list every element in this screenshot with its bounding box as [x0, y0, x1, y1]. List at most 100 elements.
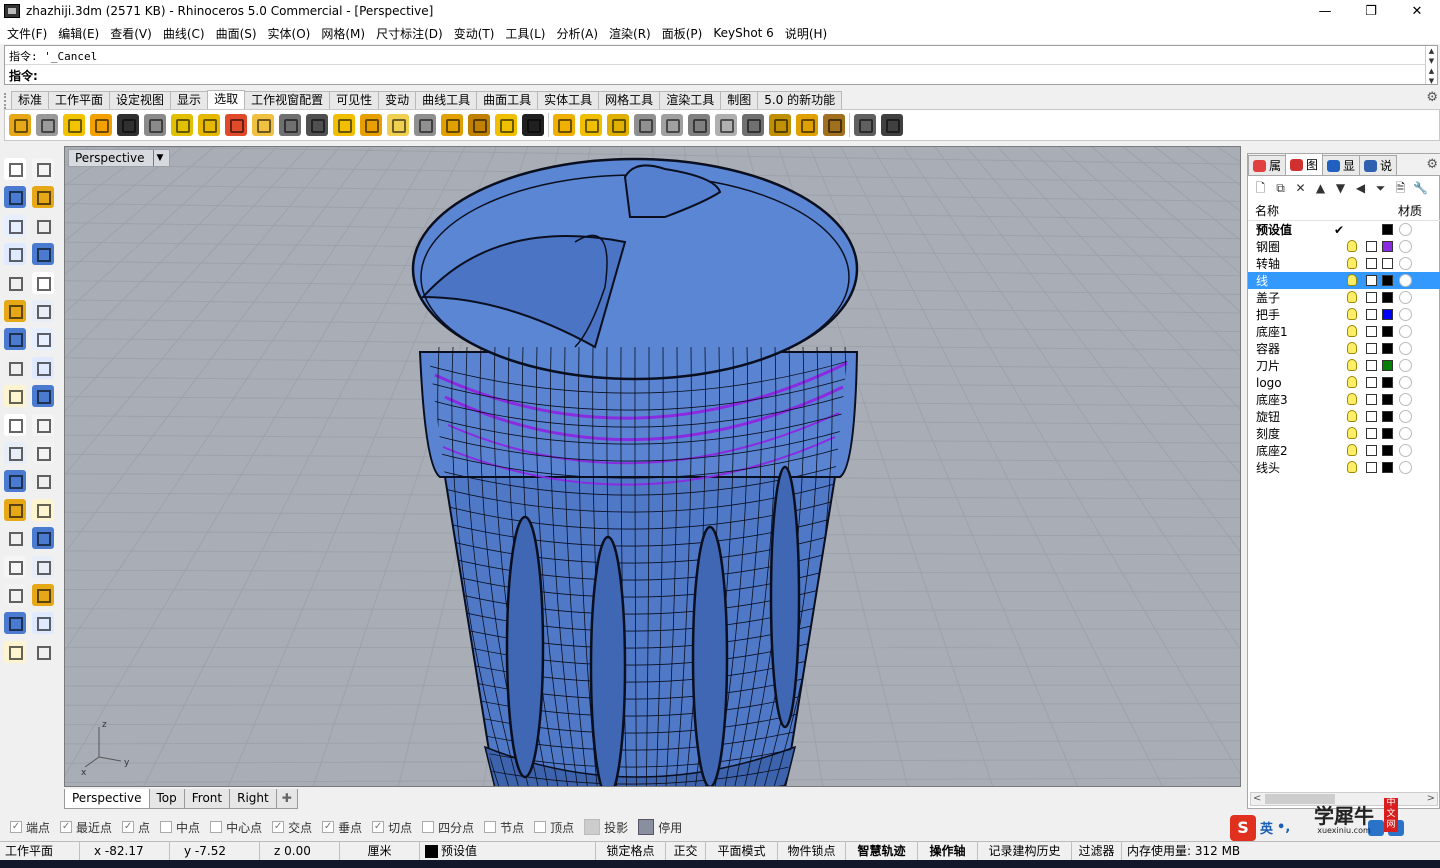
select-dots-icon[interactable]	[279, 114, 301, 136]
layer-name[interactable]: 预设值	[1248, 222, 1340, 238]
osnap-7[interactable]: ✓ 切点	[372, 819, 412, 836]
menu-item-11[interactable]: 渲染(R)	[606, 25, 654, 42]
freeform-icon[interactable]	[32, 271, 54, 294]
panel-gear-icon[interactable]: ⚙	[1426, 157, 1438, 172]
analyze-icon[interactable]	[4, 612, 26, 635]
menu-item-9[interactable]: 工具(L)	[502, 25, 548, 42]
cylinder-icon[interactable]	[4, 356, 26, 379]
tab-7[interactable]: 变动	[378, 91, 417, 109]
select-sphere-icon[interactable]	[715, 114, 737, 136]
layer-material-icon[interactable]	[1399, 359, 1412, 372]
menu-item-5[interactable]: 实体(O)	[265, 25, 314, 42]
layer-row[interactable]: 预设值 ✔	[1248, 221, 1440, 238]
ime-punctuation[interactable]: •,	[1277, 820, 1290, 835]
layer-name[interactable]: 线	[1248, 273, 1340, 289]
select-point-cloud-icon[interactable]	[306, 114, 328, 136]
tab-9[interactable]: 曲面工具	[476, 91, 539, 109]
layer-row[interactable]: 线	[1248, 272, 1440, 289]
menu-item-0[interactable]: 文件(F)	[4, 25, 50, 42]
boolean-icon[interactable]	[4, 385, 26, 408]
viewport-title[interactable]: Perspective ▼	[68, 149, 171, 167]
new-layer-icon[interactable]: 🗋	[1252, 180, 1269, 197]
select-text-icon[interactable]	[171, 114, 193, 136]
delete-layer-icon[interactable]: ✕	[1292, 180, 1309, 197]
ellipse-icon[interactable]	[32, 214, 54, 237]
layer-unlock-icon[interactable]	[1366, 394, 1377, 405]
select-zoom-icon[interactable]	[854, 114, 876, 136]
layer-visible-bulb-icon[interactable]	[1347, 257, 1357, 269]
layer-color-swatch[interactable]	[1382, 411, 1393, 422]
chevron-down-icon[interactable]: ▼	[152, 150, 163, 166]
osnap-10[interactable]: 顶点	[534, 819, 574, 836]
render-icon[interactable]	[4, 640, 26, 663]
move-down-icon[interactable]: ▼	[1332, 180, 1349, 197]
view-tab-top[interactable]: Top	[148, 789, 185, 809]
layer-name[interactable]: 刻度	[1248, 426, 1340, 442]
select-mesh-icon[interactable]	[495, 114, 517, 136]
select-annotation-icon[interactable]	[441, 114, 463, 136]
layer-unlock-icon[interactable]	[1366, 309, 1377, 320]
osnap-checkbox[interactable]: ✓	[60, 821, 73, 833]
layer-material-icon[interactable]	[1399, 291, 1412, 304]
panel-tab-2[interactable]: 显	[1322, 155, 1361, 175]
select-all-icon[interactable]	[63, 114, 85, 136]
osnap-6[interactable]: ✓ 垂点	[322, 819, 362, 836]
tab-14[interactable]: 5.0 的新功能	[757, 91, 843, 109]
layer-name[interactable]: 容器	[1248, 341, 1340, 357]
select-material-icon[interactable]	[796, 114, 818, 136]
array-icon[interactable]	[4, 584, 26, 606]
layer-material-icon[interactable]	[1399, 274, 1412, 287]
layer-visible-bulb-icon[interactable]	[1347, 393, 1357, 405]
layer-visible-bulb-icon[interactable]	[1347, 461, 1357, 473]
layer-material-icon[interactable]	[1399, 325, 1412, 338]
layer-name[interactable]: 盖子	[1248, 290, 1340, 306]
layer-name[interactable]: logo	[1248, 375, 1340, 391]
layer-unlock-icon[interactable]	[1366, 428, 1377, 439]
layer-color-swatch[interactable]	[1382, 326, 1393, 337]
layer-row[interactable]: logo	[1248, 374, 1440, 391]
layer-row[interactable]: 底座1	[1248, 323, 1440, 340]
menu-item-12[interactable]: 面板(P)	[659, 25, 706, 42]
revolve-icon[interactable]	[32, 300, 54, 322]
scroll-left-icon[interactable]: <	[1253, 793, 1261, 805]
print-icon[interactable]: 🗎	[1392, 180, 1409, 197]
layer-row[interactable]: 线头	[1248, 459, 1440, 476]
gear-icon[interactable]: ⚙	[1426, 90, 1438, 105]
rhino-app-icon[interactable]	[4, 4, 20, 18]
view-tab-front[interactable]: Front	[183, 789, 231, 809]
select-closed-icon[interactable]	[607, 114, 629, 136]
layer-material-icon[interactable]	[1399, 461, 1412, 474]
select-lights-2-icon[interactable]	[360, 114, 382, 136]
fillet-icon[interactable]	[4, 442, 26, 464]
filter-toggle[interactable]: 过滤器	[1072, 841, 1122, 861]
layer-name[interactable]: 转轴	[1248, 256, 1340, 272]
layer-material-icon[interactable]	[1399, 257, 1412, 270]
osnap-5[interactable]: ✓ 交点	[272, 819, 312, 836]
layer-material-icon[interactable]	[1399, 410, 1412, 423]
select-color-icon[interactable]	[225, 114, 247, 136]
layer-visible-bulb-icon[interactable]	[1347, 325, 1357, 337]
layer-unlock-icon[interactable]	[1366, 377, 1377, 388]
osnap-0[interactable]: ✓ 端点	[10, 819, 50, 836]
layer-material-icon[interactable]	[1399, 393, 1412, 406]
layer-color-swatch[interactable]	[1382, 292, 1393, 303]
status-layer[interactable]: 预设值	[420, 841, 596, 861]
osnap-checkbox[interactable]: ✓	[10, 821, 22, 833]
layer-visible-bulb-icon[interactable]	[1347, 410, 1357, 422]
tab-11[interactable]: 网格工具	[598, 91, 661, 109]
layer-visible-bulb-icon[interactable]	[1347, 427, 1357, 439]
select-surfaces-icon[interactable]	[198, 114, 220, 136]
layer-name[interactable]: 钢圈	[1248, 239, 1340, 255]
toolbar-grip[interactable]	[4, 93, 9, 109]
sphere-icon[interactable]	[32, 328, 54, 351]
osnap-checkbox[interactable]: ✓	[372, 821, 385, 833]
tab-4[interactable]: 选取	[207, 90, 246, 109]
osnap-checkbox[interactable]	[534, 821, 547, 833]
layer-unlock-icon[interactable]	[1366, 258, 1377, 269]
layer-name[interactable]: 底座3	[1248, 392, 1340, 408]
planar-toggle[interactable]: 平面模式	[706, 841, 778, 861]
layer-color-swatch[interactable]	[1382, 241, 1393, 252]
move-up-icon[interactable]: ▲	[1312, 180, 1329, 197]
tab-12[interactable]: 渲染工具	[659, 91, 722, 109]
split-icon[interactable]	[32, 413, 54, 436]
